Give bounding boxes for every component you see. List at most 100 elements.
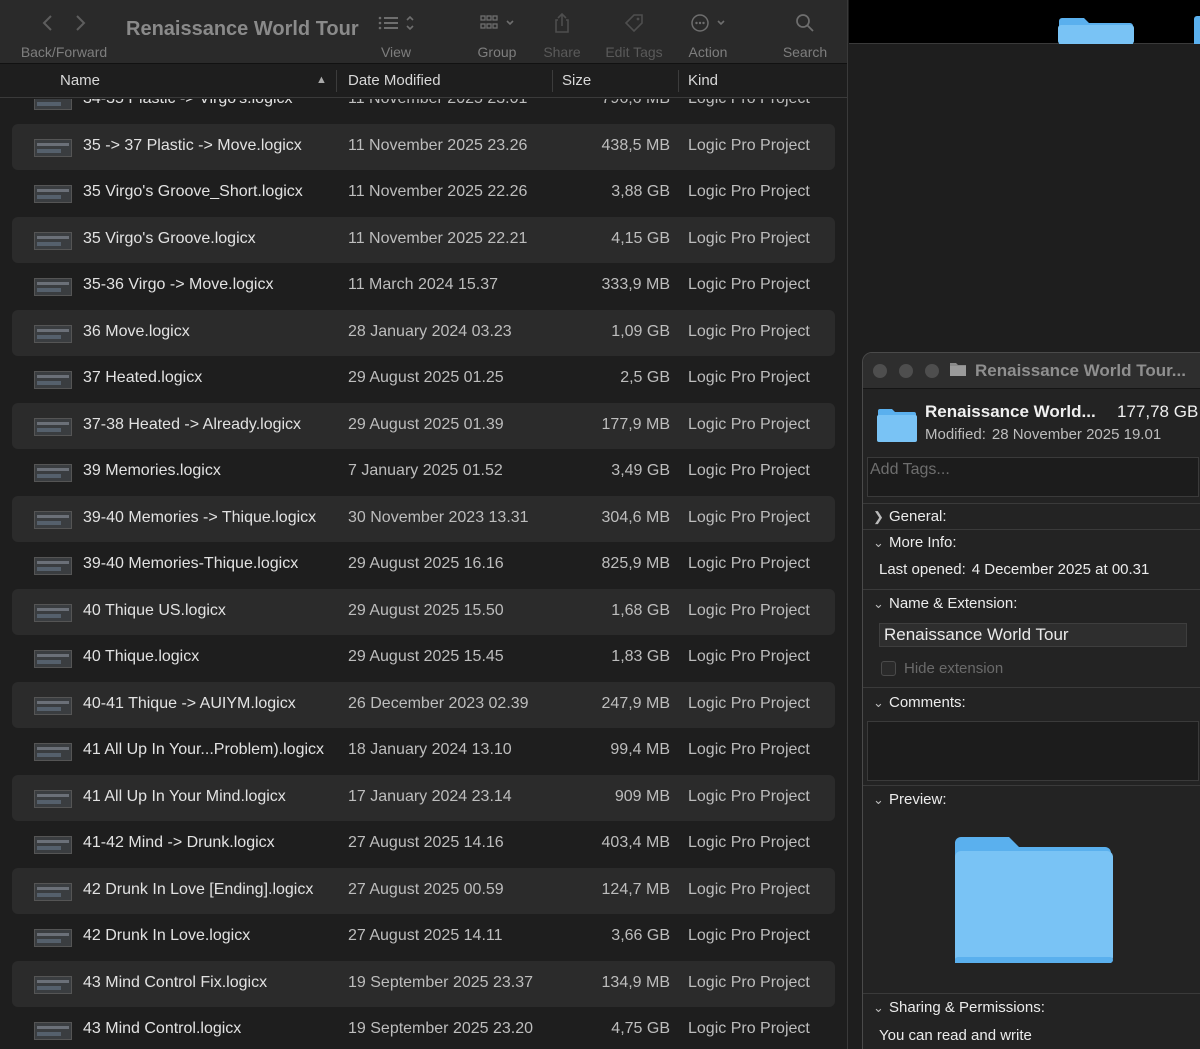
column-divider[interactable] xyxy=(678,70,679,92)
edit-tags-button[interactable]: Edit Tags xyxy=(600,10,668,60)
file-size: 2,5 GB xyxy=(620,369,670,386)
file-size: 4,15 GB xyxy=(611,229,670,247)
file-date-modified: 29 August 2025 01.25 xyxy=(348,369,504,386)
file-row[interactable]: 34-35 Plastic -> Virgo's.logicx 11 Novemb… xyxy=(12,99,835,124)
file-size: 909 MB xyxy=(614,787,670,805)
section-general[interactable]: ❯ General: xyxy=(873,508,947,525)
file-kind: Logic Pro Project xyxy=(688,462,810,479)
section-preview[interactable]: ⌄ Preview: xyxy=(873,791,947,808)
tags-input[interactable]: Add Tags... xyxy=(867,457,1199,497)
file-row[interactable]: 41-42 Mind -> Drunk.logicx 27 August 2025… xyxy=(12,821,835,868)
group-button[interactable]: Group xyxy=(474,10,520,60)
window-title: Renaissance World Tour xyxy=(126,18,359,40)
share-button[interactable]: Share xyxy=(540,10,584,60)
file-row[interactable]: 39-40 Memories -> Thique.logicx 30 Novemb… xyxy=(12,495,835,542)
file-row[interactable]: 39-40 Memories-Thique.logicx 29 August 20… xyxy=(12,542,835,589)
file-row[interactable]: 42 Drunk In Love.logicx 27 August 2025 14… xyxy=(12,914,835,961)
file-row[interactable]: 43 Mind Control.logicx 19 September 2025 … xyxy=(12,1007,835,1049)
file-row[interactable]: 39 Memories.logicx 7 January 2025 01.52 3,… xyxy=(12,449,835,496)
section-comments[interactable]: ⌄ Comments: xyxy=(873,694,966,711)
chevron-left-icon[interactable] xyxy=(18,13,110,33)
view-button[interactable]: View xyxy=(372,10,420,60)
divider xyxy=(863,503,1200,504)
file-row[interactable]: 37 Heated.logicx 29 August 2025 01.25 2,5 … xyxy=(12,356,835,403)
file-kind: Logic Pro Project xyxy=(688,787,810,805)
ellipsis-circle-icon xyxy=(691,14,725,32)
file-name: 39-40 Memories -> Thique.logicx xyxy=(83,508,317,526)
file-thumbnail-icon xyxy=(34,417,72,436)
file-row[interactable]: 43 Mind Control Fix.logicx 19 September 2… xyxy=(12,960,835,1007)
folder-preview-icon xyxy=(955,837,1113,963)
back-forward-control[interactable]: Back/Forward xyxy=(18,10,110,60)
comments-field[interactable] xyxy=(867,721,1199,781)
minimize-button[interactable] xyxy=(899,364,913,378)
zoom-button[interactable] xyxy=(925,364,939,378)
desktop-folder-icon-partial[interactable] xyxy=(1194,16,1200,44)
file-kind: Logic Pro Project xyxy=(688,880,810,898)
file-row[interactable]: 36 Move.logicx 28 January 2024 03.23 1,09 … xyxy=(12,309,835,356)
modified-value: 28 November 2025 19.01 xyxy=(991,426,1162,443)
last-opened: Last opened: 4 December 2025 at 00.31 xyxy=(879,561,1155,578)
column-kind[interactable]: Kind xyxy=(688,72,718,89)
file-kind: Logic Pro Project xyxy=(688,229,810,247)
search-button[interactable]: Search xyxy=(780,10,830,60)
column-divider[interactable] xyxy=(336,70,337,92)
file-name: 40 Thique US.logicx xyxy=(83,601,226,619)
file-name: 39-40 Memories-Thique.logicx xyxy=(83,555,299,572)
file-kind: Logic Pro Project xyxy=(688,648,810,665)
column-date[interactable]: Date Modified xyxy=(348,72,441,89)
column-name[interactable]: Name xyxy=(60,72,100,89)
info-titlebar[interactable]: Renaissance World Tour... xyxy=(863,353,1200,389)
section-name-extension[interactable]: ⌄ Name & Extension: xyxy=(873,595,1017,612)
action-button[interactable]: Action xyxy=(684,10,732,60)
chevron-down-icon: ⌄ xyxy=(873,695,884,710)
file-row[interactable]: 35 -> 37 Plastic -> Move.logicx 11 Novemb… xyxy=(12,123,835,170)
file-thumbnail-icon xyxy=(34,138,72,157)
permission-text: You can read and write xyxy=(879,1027,1032,1044)
info-item-size: 177,78 GB xyxy=(1117,402,1199,421)
file-kind: Logic Pro Project xyxy=(688,1020,810,1037)
file-row[interactable]: 40 Thique US.logicx 29 August 2025 15.50 1… xyxy=(12,588,835,635)
chevron-down-icon: ⌄ xyxy=(873,535,884,550)
file-name: 42 Drunk In Love.logicx xyxy=(83,927,251,944)
desktop-folder-icon[interactable] xyxy=(1058,16,1134,44)
section-more-info[interactable]: ⌄ More Info: xyxy=(873,534,957,551)
name-field[interactable]: Renaissance World Tour xyxy=(879,623,1187,647)
file-row[interactable]: 41 All Up In Your Mind.logicx 17 January … xyxy=(12,774,835,821)
file-size: 3,88 GB xyxy=(611,183,670,200)
chevron-down-icon: ⌄ xyxy=(873,1000,884,1015)
file-thumbnail-icon xyxy=(34,557,72,575)
checkbox-icon[interactable] xyxy=(881,661,896,676)
share-icon xyxy=(555,12,569,33)
file-row[interactable]: 35 Virgo's Groove_Short.logicx 11 Novembe… xyxy=(12,170,835,217)
file-row[interactable]: 37-38 Heated -> Already.logicx 29 August … xyxy=(12,402,835,449)
file-kind: Logic Pro Project xyxy=(688,834,810,851)
close-button[interactable] xyxy=(873,364,887,378)
sort-ascending-icon[interactable]: ▲ xyxy=(316,74,327,86)
column-size[interactable]: Size xyxy=(562,72,591,89)
column-divider[interactable] xyxy=(552,70,553,92)
more-info-label: More Info: xyxy=(889,534,957,551)
file-row[interactable]: 41 All Up In Your...Problem).logicx 18 Ja… xyxy=(12,728,835,775)
file-row[interactable]: 35-36 Virgo -> Move.logicx 11 March 2024 … xyxy=(12,263,835,310)
file-list[interactable]: 34-35 Plastic -> Virgo's.logicx 11 Novemb… xyxy=(0,99,847,1049)
file-size: 1,83 GB xyxy=(611,648,670,665)
file-size: 3,49 GB xyxy=(611,462,670,479)
preview-label: Preview: xyxy=(889,791,947,808)
file-row[interactable]: 40 Thique.logicx 29 August 2025 15.45 1,83… xyxy=(12,635,835,682)
hide-extension-checkbox[interactable]: Hide extension xyxy=(881,660,1003,677)
file-kind: Logic Pro Project xyxy=(688,276,810,293)
file-name: 41-42 Mind -> Drunk.logicx xyxy=(83,834,275,851)
section-sharing[interactable]: ⌄ Sharing & Permissions: xyxy=(873,999,1045,1016)
file-row[interactable]: 42 Drunk In Love [Ending].logicx 27 Augus… xyxy=(12,867,835,914)
file-size: 4,75 GB xyxy=(611,1020,670,1037)
file-date-modified: 29 August 2025 15.50 xyxy=(348,601,504,619)
search-icon xyxy=(796,14,814,32)
file-row[interactable]: 35 Virgo's Groove.logicx 11 November 2025… xyxy=(12,216,835,263)
file-kind: Logic Pro Project xyxy=(688,694,810,712)
file-thumbnail-icon xyxy=(34,836,72,854)
file-row[interactable]: 40-41 Thique -> AUIYM.logicx 26 December … xyxy=(12,681,835,728)
folder-icon xyxy=(877,409,917,442)
file-date-modified: 7 January 2025 01.52 xyxy=(348,462,503,479)
comments-label: Comments: xyxy=(889,694,966,711)
